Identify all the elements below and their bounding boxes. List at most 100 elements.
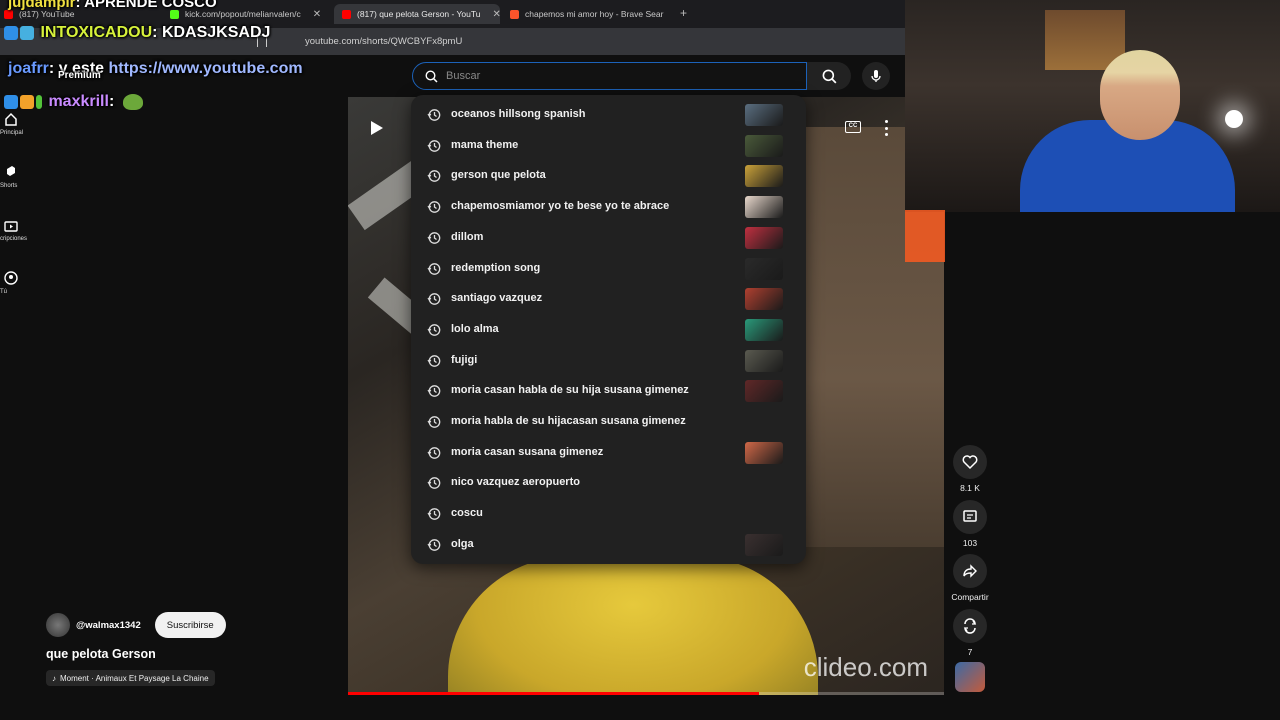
sidebar-item-principal[interactable]: Principal xyxy=(0,112,48,136)
home-icon xyxy=(5,112,17,126)
search-suggestion-item[interactable]: oceanos hillsong spanish xyxy=(411,100,806,130)
search-suggestion-item[interactable]: redemption song xyxy=(411,254,806,284)
search-suggestion-item[interactable]: moria habla de su hijacasan susana gimen… xyxy=(411,407,806,437)
search-suggestion-item[interactable]: mama theme xyxy=(411,131,806,161)
youtube-premium-label: Premium xyxy=(58,70,101,81)
music-title: Moment · Animaux Et Paysage La Chaine xyxy=(60,673,209,683)
video-frame-shirt xyxy=(448,557,818,695)
search-suggestion-item[interactable]: nico vazquez aeropuerto xyxy=(411,468,806,498)
close-tab-icon[interactable]: ✕ xyxy=(313,9,320,20)
suggestion-thumbnail xyxy=(745,534,783,556)
suggestion-text: dillom xyxy=(451,231,484,243)
sidebar-item-label: Principal xyxy=(0,130,24,136)
history-icon xyxy=(427,447,441,459)
search-icon xyxy=(425,69,438,83)
search-suggestion-item[interactable]: fujigi xyxy=(411,346,806,376)
chat-text: : xyxy=(108,93,115,110)
history-icon xyxy=(427,477,441,489)
suggestion-thumbnail xyxy=(745,104,783,126)
comments-button[interactable]: 103 xyxy=(950,500,990,548)
search-suggestion-item[interactable]: olga xyxy=(411,530,806,560)
frog-emote-icon xyxy=(122,93,143,110)
history-icon xyxy=(427,170,441,182)
suggestion-thumbnail xyxy=(745,288,783,310)
history-icon xyxy=(427,140,441,152)
streamer-webcam xyxy=(905,0,1280,212)
more-options-icon[interactable] xyxy=(880,120,892,136)
sidebar-item-you[interactable]: Tú xyxy=(0,271,48,295)
video-progress-bar[interactable] xyxy=(348,692,944,695)
browser-tab-brave-search[interactable]: chapemos mi amor hoy - Brave Sear xyxy=(510,4,670,24)
suggestion-thumbnail xyxy=(745,165,783,187)
search-suggestion-item[interactable]: moria casan susana gimenez xyxy=(411,438,806,468)
search-suggestion-item[interactable]: lolo alma xyxy=(411,315,806,345)
history-icon xyxy=(427,355,441,367)
sound-thumbnail[interactable] xyxy=(955,662,985,692)
webcam-lamp xyxy=(1225,110,1243,128)
subscribe-button[interactable]: Suscribirse xyxy=(154,612,226,638)
suggestion-text: moria habla de su hijacasan susana gimen… xyxy=(451,415,686,427)
captions-icon[interactable]: CC xyxy=(845,121,861,133)
play-icon[interactable] xyxy=(366,118,386,138)
search-button[interactable] xyxy=(807,62,851,90)
suggestion-thumbnail xyxy=(745,319,783,341)
close-tab-icon[interactable]: ✕ xyxy=(493,9,501,20)
chat-badge-icon xyxy=(36,94,42,109)
chat-username: maxkrill xyxy=(48,93,109,110)
history-icon xyxy=(427,201,441,213)
new-tab-icon[interactable]: + xyxy=(680,6,687,20)
search-input[interactable] xyxy=(446,70,786,82)
screen: (817) YouTube kick.com/popout/melianvale… xyxy=(0,0,1280,720)
browser-tab-active[interactable]: (817) que pelota Gerson - YouTu ✕ xyxy=(334,4,500,24)
history-icon xyxy=(427,232,441,244)
chat-username: jujdampir xyxy=(8,0,76,11)
search-suggestion-item[interactable]: dillom xyxy=(411,223,806,253)
mini-guide: Principal Shorts cripciones Tú xyxy=(0,97,48,720)
search-suggestion-item[interactable]: moria casan habla de su hija susana gime… xyxy=(411,376,806,406)
suggestion-text: mama theme xyxy=(451,139,519,151)
short-title[interactable]: que pelota Gerson xyxy=(46,647,156,661)
chat-link[interactable]: https://www.youtube.com xyxy=(109,60,303,77)
sidebar-item-shorts[interactable]: Shorts xyxy=(0,165,48,189)
suggestion-text: nico vazquez aeropuerto xyxy=(451,476,580,488)
chat-text: : KDASJKSADJ xyxy=(152,24,271,41)
channel-handle[interactable]: @walmax1342 xyxy=(76,620,141,631)
suggestion-text: fujigi xyxy=(451,354,478,366)
sidebar-item-label: Shorts xyxy=(0,183,18,189)
webcam-frame-accent xyxy=(905,210,945,262)
url-text[interactable]: youtube.com/shorts/QWCBYFx8pmU xyxy=(305,36,462,47)
chat-message: jujdampir: APRENDE COSCO xyxy=(8,0,217,11)
suggestion-text: chapemosmiamor yo te bese yo te abrace xyxy=(451,200,670,212)
chat-badge-icon xyxy=(20,94,34,109)
like-count: 8.1 K xyxy=(960,483,980,493)
sidebar-item-label: Tú xyxy=(0,289,8,295)
suggestion-text: lolo alma xyxy=(451,323,499,335)
search-icon xyxy=(822,69,836,83)
remix-button[interactable]: 7 xyxy=(950,609,990,657)
tab-title: chapemos mi amor hoy - Brave Sear xyxy=(525,9,664,19)
share-button[interactable]: Compartir xyxy=(945,554,995,602)
avatar[interactable] xyxy=(46,613,70,637)
suggestion-text: oceanos hillsong spanish xyxy=(451,108,586,120)
search-box[interactable] xyxy=(412,62,807,90)
sidebar-item-subscriptions[interactable]: cripciones xyxy=(0,218,48,242)
music-pill[interactable]: ♪ Moment · Animaux Et Paysage La Chaine xyxy=(46,670,215,686)
suggestion-thumbnail xyxy=(745,135,783,157)
history-icon xyxy=(427,109,441,121)
like-icon xyxy=(953,445,987,479)
suggestion-text: gerson que pelota xyxy=(451,169,546,181)
share-label: Compartir xyxy=(951,592,989,602)
chat-username: joafrr xyxy=(8,60,49,77)
like-button[interactable]: 8.1 K xyxy=(950,445,990,493)
search-suggestion-item[interactable]: gerson que pelota xyxy=(411,161,806,191)
shorts-icon xyxy=(7,166,15,176)
search-suggestion-item[interactable]: chapemosmiamor yo te bese yo te abrace xyxy=(411,192,806,222)
chat-message: maxkrill: xyxy=(4,93,143,111)
voice-search-button[interactable] xyxy=(862,62,890,90)
video-watermark: clideo.com xyxy=(803,652,928,682)
search-suggestion-item[interactable]: coscu xyxy=(411,499,806,529)
suggestion-thumbnail xyxy=(745,350,783,372)
chat-message: INTOXICADOU: KDASJKSADJ xyxy=(4,24,270,42)
suggestion-text: moria casan susana gimenez xyxy=(451,446,604,458)
search-suggestion-item[interactable]: santiago vazquez xyxy=(411,284,806,314)
